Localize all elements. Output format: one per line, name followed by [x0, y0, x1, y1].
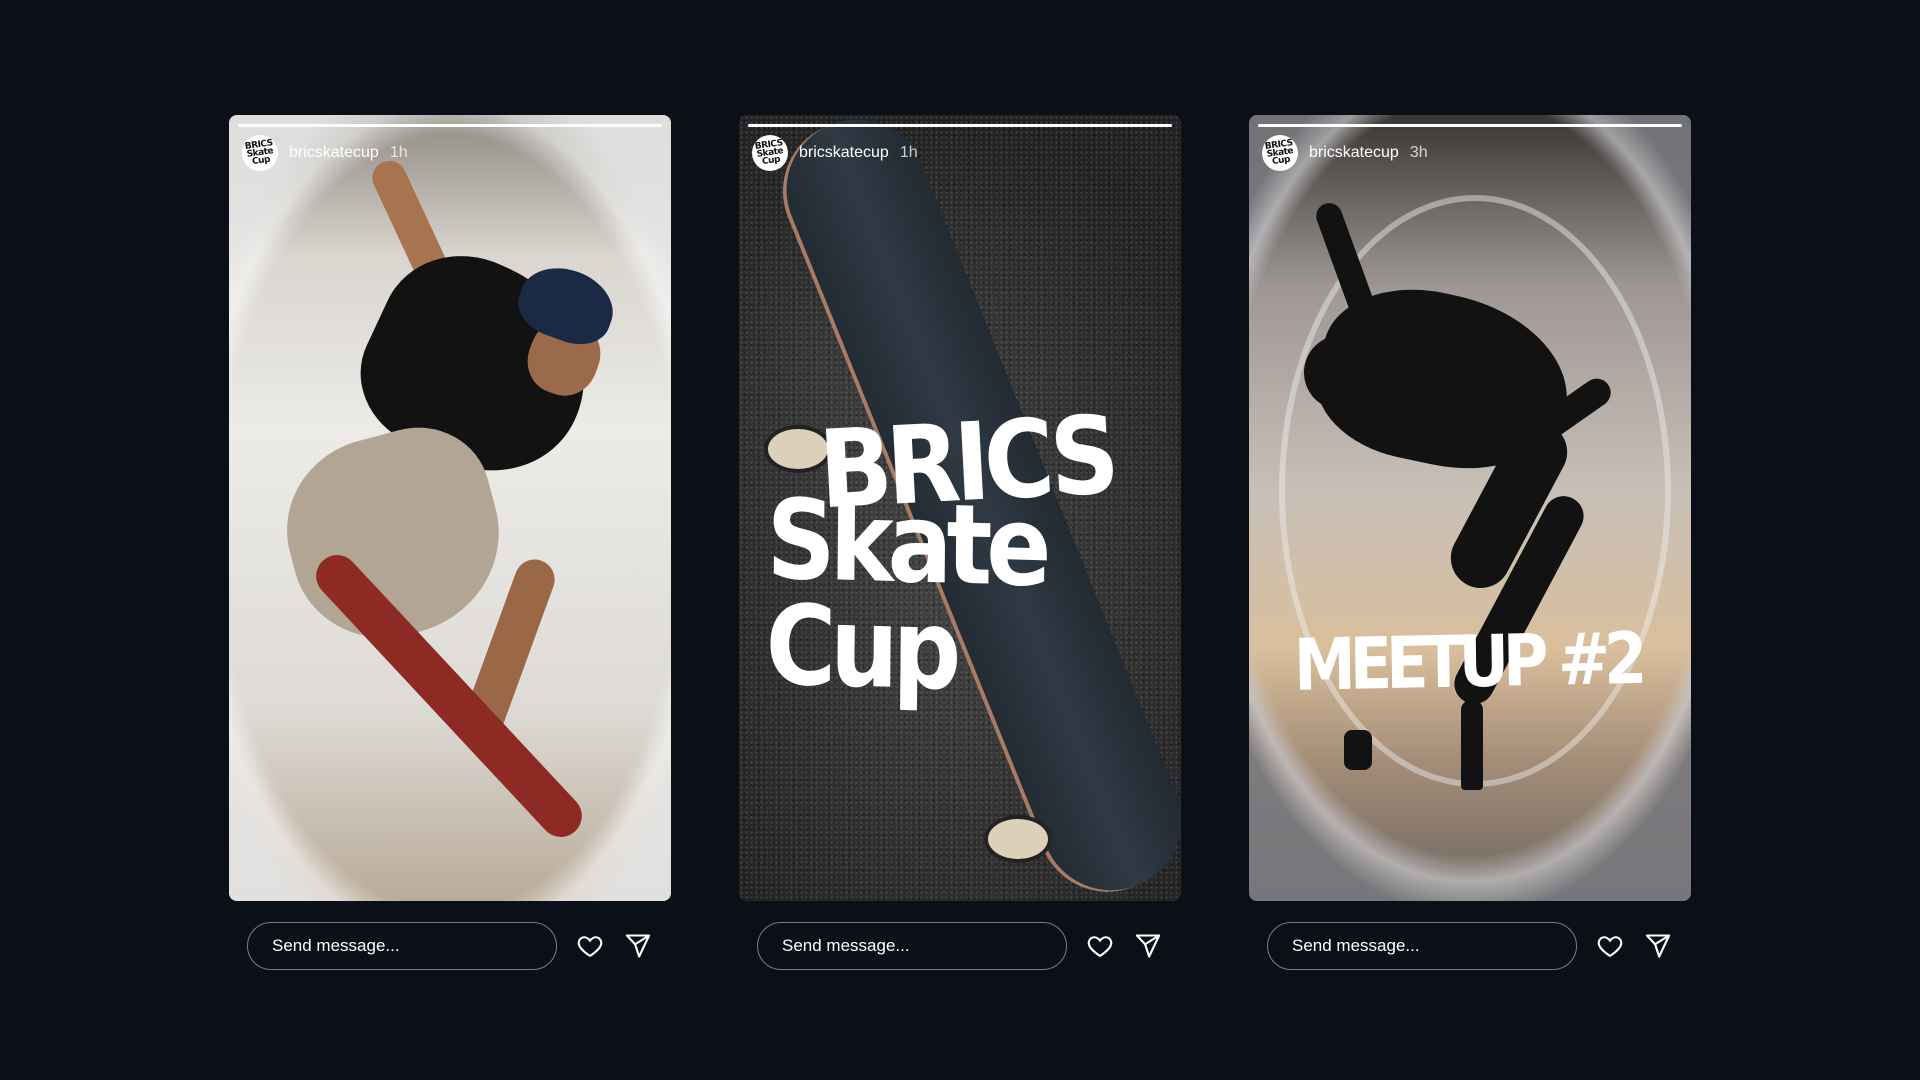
send-icon[interactable]	[1643, 931, 1673, 961]
avatar[interactable]: BRICS Skate Cup	[242, 135, 278, 171]
heart-icon[interactable]	[1595, 931, 1625, 961]
story-card-2[interactable]: BRICS Skate Cup BRICS Skate Cup bricskatec…	[739, 115, 1181, 901]
avatar-logo: BRICS Skate Cup	[754, 138, 784, 168]
story-progress-bar	[748, 124, 1172, 127]
story-progress-bar	[1258, 124, 1682, 127]
story-card-3[interactable]: MEETUP #2 BRICS Skate Cup bricskatecup 3h	[1249, 115, 1691, 901]
story-header: BRICS Skate Cup bricskatecup 3h	[1262, 135, 1428, 171]
username[interactable]: bricskatecup	[1309, 144, 1399, 162]
story-reply-bar-3: Send message...	[1267, 921, 1687, 971]
timestamp: 1h	[389, 144, 408, 161]
avatar[interactable]: BRICS Skate Cup	[1262, 135, 1298, 171]
username[interactable]: bricskatecup	[289, 144, 379, 162]
brics-skate-cup-logo: BRICS Skate Cup	[757, 392, 1171, 714]
heart-icon[interactable]	[575, 931, 605, 961]
send-icon[interactable]	[623, 931, 653, 961]
story-header: BRICS Skate Cup bricskatecup 1h	[752, 135, 918, 171]
story-progress-bar	[238, 124, 662, 127]
username[interactable]: bricskatecup	[799, 144, 889, 162]
story-reply-bar-1: Send message...	[247, 921, 667, 971]
story-card-1[interactable]: BRICS Skate Cup bricskatecup 1h	[229, 115, 671, 901]
story-header: BRICS Skate Cup bricskatecup 1h	[242, 135, 408, 171]
story-image-skater	[229, 115, 671, 901]
send-message-input[interactable]: Send message...	[1267, 922, 1577, 970]
timestamp: 1h	[899, 144, 918, 161]
send-icon[interactable]	[1133, 931, 1163, 961]
timestamp: 3h	[1409, 144, 1428, 161]
avatar-logo: BRICS Skate Cup	[1264, 138, 1294, 168]
logo-line-2: Skate Cup	[765, 475, 1047, 715]
meetup-headline: MEETUP #2	[1293, 616, 1642, 708]
heart-icon[interactable]	[1085, 931, 1115, 961]
avatar-logo: BRICS Skate Cup	[244, 138, 274, 168]
story-image-silhouette-skater: MEETUP #2	[1249, 115, 1691, 901]
story-reply-bar-2: Send message...	[757, 921, 1177, 971]
avatar[interactable]: BRICS Skate Cup	[752, 135, 788, 171]
send-message-input[interactable]: Send message...	[757, 922, 1067, 970]
story-image-skateboard: BRICS Skate Cup	[739, 115, 1181, 901]
send-message-input[interactable]: Send message...	[247, 922, 557, 970]
